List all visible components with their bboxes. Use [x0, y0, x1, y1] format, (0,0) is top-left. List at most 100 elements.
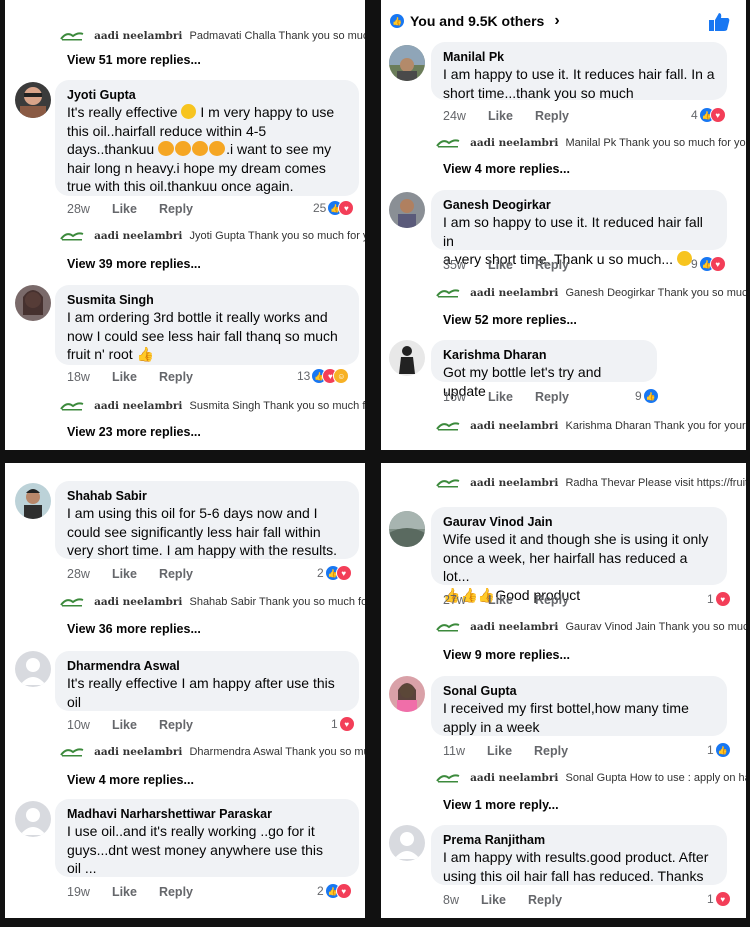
- reaction-count[interactable]: 1 ♥: [331, 716, 355, 732]
- reaction-count[interactable]: 1 ♥: [707, 891, 731, 907]
- reply-row[interactable]: aadi neelambri Susmita Singh Thank you s…: [59, 400, 365, 412]
- reply-row[interactable]: aadi neelambri Ganesh Deogirkar Thank yo…: [435, 287, 746, 299]
- reply-button[interactable]: Reply: [159, 567, 193, 581]
- view-more-replies[interactable]: View 4 more replies...: [67, 773, 194, 787]
- avatar[interactable]: [15, 483, 51, 519]
- like-button[interactable]: Like: [488, 109, 513, 123]
- like-button[interactable]: Like: [112, 567, 137, 581]
- reply-row[interactable]: aadi neelambri Shahab Sabir Thank you so…: [59, 596, 365, 608]
- reply-author[interactable]: aadi neelambri: [470, 137, 558, 149]
- avatar[interactable]: [15, 651, 51, 687]
- comment-author[interactable]: Sonal Gupta: [443, 683, 715, 699]
- reply-author[interactable]: aadi neelambri: [94, 400, 182, 412]
- reply-row[interactable]: aadi neelambri Jyoti Gupta Thank you so …: [59, 230, 365, 242]
- reply-button[interactable]: Reply: [159, 718, 193, 732]
- comment-actions: 24w Like Reply: [443, 109, 591, 123]
- comment-bubble: Karishma Dharan Got my bottle let's try …: [431, 340, 657, 399]
- reaction-count[interactable]: 1 👍: [707, 742, 731, 758]
- reply-text: Radha Thevar Please visit https://fruit.…: [565, 477, 746, 489]
- reply-button[interactable]: Reply: [535, 258, 569, 272]
- like-button[interactable]: Like: [112, 202, 137, 216]
- comment-time: 18w: [67, 370, 90, 384]
- reaction-number: 13: [297, 369, 311, 383]
- reaction-count[interactable]: 25 👍 ♥: [313, 200, 355, 216]
- reply-author[interactable]: aadi neelambri: [470, 621, 558, 633]
- avatar[interactable]: [15, 285, 51, 321]
- reply-row[interactable]: aadi neelambri Gaurav Vinod Jain Thank y…: [435, 621, 746, 633]
- reaction-count[interactable]: 2 👍 ♥: [317, 565, 352, 581]
- avatar[interactable]: [15, 82, 51, 118]
- comment-author[interactable]: Prema Ranjitham: [443, 832, 715, 848]
- reaction-count[interactable]: 9 👍: [635, 388, 659, 404]
- avatar[interactable]: [389, 676, 425, 712]
- comment-text: apply in a week: [443, 718, 540, 735]
- view-more-replies[interactable]: View 1 more reply...: [443, 798, 559, 812]
- view-more-replies[interactable]: View 9 more replies...: [443, 648, 570, 662]
- comment-author[interactable]: Manilal Pk: [443, 49, 715, 65]
- like-button[interactable]: Like: [481, 893, 506, 907]
- reply-row[interactable]: aadi neelambri Padmavati Challa Thank yo…: [59, 30, 365, 42]
- reply-text: Karishma Dharan Thank you for your i...: [565, 420, 746, 432]
- view-more-replies[interactable]: View 51 more replies...: [67, 53, 201, 67]
- reply-button[interactable]: Reply: [159, 370, 193, 384]
- avatar[interactable]: [389, 192, 425, 228]
- view-more-replies[interactable]: View 39 more replies...: [67, 257, 201, 271]
- reply-author[interactable]: aadi neelambri: [94, 596, 182, 608]
- comment-author[interactable]: Ganesh Deogirkar: [443, 197, 715, 213]
- heart-face-emoji-icon: [158, 141, 175, 156]
- reply-button[interactable]: Reply: [535, 390, 569, 404]
- comment-author[interactable]: Karishma Dharan: [443, 347, 645, 363]
- comment-author[interactable]: Dharmendra Aswal: [67, 658, 347, 674]
- comment-author[interactable]: Jyoti Gupta: [67, 87, 347, 103]
- reply-author[interactable]: aadi neelambri: [470, 477, 558, 489]
- like-button[interactable]: Like: [112, 885, 137, 899]
- reaction-count[interactable]: 1 ♥: [707, 591, 731, 607]
- reply-author[interactable]: aadi neelambri: [470, 420, 558, 432]
- reaction-count[interactable]: 9 👍 ♥: [691, 256, 726, 272]
- like-button[interactable]: Like: [487, 744, 512, 758]
- reactions-header[interactable]: 👍 You and 9.5K others ›: [389, 12, 560, 30]
- reply-row[interactable]: aadi neelambri Dharmendra Aswal Thank yo…: [59, 746, 365, 758]
- like-button[interactable]: Like: [488, 258, 513, 272]
- comment-author[interactable]: Susmita Singh: [67, 292, 347, 308]
- avatar[interactable]: [389, 511, 425, 547]
- like-button[interactable]: Like: [112, 718, 137, 732]
- reply-author[interactable]: aadi neelambri: [470, 772, 558, 784]
- comment-actions: 19w Like Reply: [67, 885, 215, 899]
- reply-author[interactable]: aadi neelambri: [94, 230, 182, 242]
- reply-button[interactable]: Reply: [159, 885, 193, 899]
- comment-author[interactable]: Shahab Sabir: [67, 488, 347, 504]
- reply-button[interactable]: Reply: [159, 202, 193, 216]
- reply-author[interactable]: aadi neelambri: [94, 746, 182, 758]
- view-more-replies[interactable]: View 36 more replies...: [67, 622, 201, 636]
- like-button-large-icon[interactable]: [708, 12, 730, 32]
- reply-button[interactable]: Reply: [535, 593, 569, 607]
- comment-author[interactable]: Gaurav Vinod Jain: [443, 514, 715, 530]
- avatar[interactable]: [389, 45, 425, 81]
- comment-text: using this oil hair fall has reduced. Th…: [443, 867, 704, 884]
- reply-button[interactable]: Reply: [528, 893, 562, 907]
- reply-row[interactable]: aadi neelambri Manilal Pk Thank you so m…: [435, 137, 746, 149]
- reply-author[interactable]: aadi neelambri: [94, 30, 182, 42]
- reply-row[interactable]: aadi neelambri Karishma Dharan Thank you…: [435, 420, 746, 432]
- reaction-count[interactable]: 4 👍 ♥: [691, 107, 726, 123]
- view-more-replies[interactable]: View 23 more replies...: [67, 425, 201, 439]
- love-reaction-icon: ♥: [335, 565, 352, 581]
- avatar[interactable]: [389, 825, 425, 861]
- avatar[interactable]: [15, 801, 51, 837]
- avatar[interactable]: [389, 340, 425, 376]
- comment-author[interactable]: Madhavi Narharshettiwar Paraskar: [67, 806, 347, 822]
- reply-button[interactable]: Reply: [535, 109, 569, 123]
- reply-row[interactable]: aadi neelambri Radha Thevar Please visit…: [435, 477, 746, 489]
- view-more-replies[interactable]: View 52 more replies...: [443, 313, 577, 327]
- like-button[interactable]: Like: [488, 593, 513, 607]
- comment-bubble: Jyoti Gupta It's really effective I m ve…: [55, 80, 359, 196]
- reaction-count[interactable]: 13 👍 ♥ ☺: [297, 368, 350, 384]
- reply-author[interactable]: aadi neelambri: [470, 287, 558, 299]
- reply-row[interactable]: aadi neelambri Sonal Gupta How to use : …: [435, 772, 746, 784]
- reaction-count[interactable]: 2 👍 ♥: [317, 883, 352, 899]
- like-button[interactable]: Like: [488, 390, 513, 404]
- like-button[interactable]: Like: [112, 370, 137, 384]
- view-more-replies[interactable]: View 4 more replies...: [443, 162, 570, 176]
- reply-button[interactable]: Reply: [534, 744, 568, 758]
